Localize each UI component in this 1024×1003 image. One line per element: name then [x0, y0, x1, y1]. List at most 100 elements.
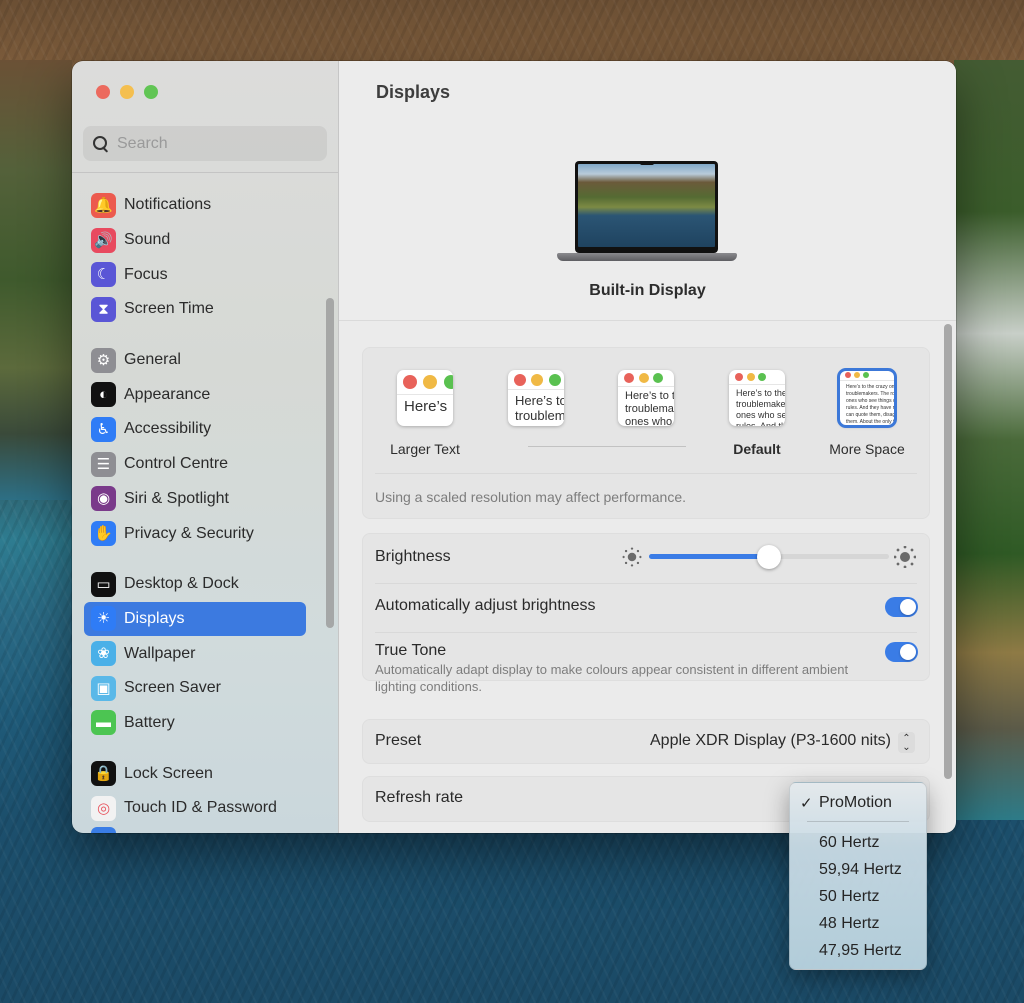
chevron-up-down-icon[interactable]: ⌃ ⌄ — [898, 732, 915, 753]
sidebar-item-label: Wallpaper — [124, 644, 196, 662]
resolution-option[interactable]: Here’s to the crazy ones troublemakers. … — [817, 368, 917, 457]
resolution-option-label: Larger Text — [390, 441, 460, 457]
accessibility-icon: ♿ — [91, 416, 116, 442]
true-tone-label: True Tone — [375, 642, 447, 659]
lock-icon: 🔒 — [91, 761, 116, 787]
main-pane: Displays Built-in Display Here’s Larger T… — [339, 61, 956, 833]
menu-item-label: 50 Hertz — [819, 888, 880, 905]
sidebar-item-label: Appearance — [124, 385, 211, 403]
sidebar-item-notifications[interactable]: 🔔 Notifications — [84, 188, 306, 223]
appearance-icon: ◐ — [91, 382, 116, 408]
minimize-button[interactable] — [120, 85, 134, 99]
sidebar-item-label: Accessibility — [124, 420, 212, 438]
search-input[interactable] — [117, 134, 317, 153]
sidebar-item-label: Privacy & Security — [124, 524, 254, 542]
sidebar-item-screen-time[interactable]: ⧗ Screen Time — [84, 292, 306, 327]
brightness-slider[interactable] — [649, 545, 889, 569]
sun-dim-icon — [622, 547, 642, 567]
gear-icon: ⚙ — [91, 347, 116, 373]
sidebar-item-siri-spotlight[interactable]: ◉ Siri & Spotlight — [84, 482, 306, 517]
sidebar-item-wallpaper[interactable]: ❀ Wallpaper — [84, 636, 306, 671]
brightness-slider-thumb[interactable] — [757, 545, 781, 569]
sidebar-scrollbar[interactable] — [326, 298, 334, 628]
main-scrollbar[interactable] — [944, 324, 952, 779]
resolution-option[interactable]: Here’s Larger Text — [375, 370, 475, 457]
sidebar-item-touch-id-password[interactable]: ◎ Touch ID & Password — [84, 791, 306, 826]
sidebar-item-general[interactable]: ⚙ General — [84, 343, 306, 378]
toggles-icon: ☰ — [91, 451, 116, 477]
resolution-preview[interactable]: Here’s to troublem — [508, 370, 564, 426]
menu-item[interactable]: 48 Hertz — [790, 911, 926, 937]
sidebar-item-label: Screen Time — [124, 300, 214, 318]
sidebar-item-screen-saver[interactable]: ▣ Screen Saver — [84, 671, 306, 706]
sidebar-item-label: Touch ID & Password — [124, 799, 277, 817]
search-icon — [92, 135, 110, 153]
speaker-icon: 🔊 — [91, 227, 116, 253]
bell-badge-icon: 🔔 — [91, 192, 116, 218]
resolution-preview[interactable]: Here’s to the crazy ones troublemakers. … — [837, 368, 897, 428]
true-tone-toggle[interactable] — [885, 642, 918, 662]
display-header: Displays Built-in Display — [339, 61, 956, 321]
menu-item[interactable]: 50 Hertz — [790, 884, 926, 910]
close-button[interactable] — [96, 85, 110, 99]
display-name: Built-in Display — [589, 282, 706, 299]
page-title: Displays — [376, 82, 451, 102]
menu-item[interactable]: 47,95 Hertz — [790, 938, 926, 964]
resolution-track — [528, 446, 686, 447]
hand-icon: ✋ — [91, 521, 116, 547]
sun-bright-icon — [894, 546, 916, 568]
auto-brightness-toggle[interactable] — [885, 597, 918, 617]
sidebar-item-displays[interactable]: ☀ Displays — [84, 601, 306, 637]
auto-brightness-label: Automatically adjust brightness — [375, 597, 596, 614]
sidebar-item-label: Sound — [124, 231, 171, 249]
resolution-preview[interactable]: Here’s to the cr troublemakers. ones who… — [729, 370, 785, 426]
preset-popup[interactable]: Apple XDR Display (P3-1600 nits) — [650, 732, 891, 750]
sidebar-item-appearance[interactable]: ◐ Appearance — [84, 377, 306, 412]
divider — [375, 473, 917, 474]
hourglass-icon: ⧗ — [91, 296, 116, 322]
checkmark-icon: ✓ — [800, 795, 813, 812]
sidebar-list: 🔔 Notifications 🔊 Sound ☾ Focus ⧗ Screen Time ⚙ G… — [84, 188, 306, 826]
zoom-button[interactable] — [144, 85, 158, 99]
menu-item-label: ProMotion — [819, 794, 892, 811]
resolution-option[interactable]: Here’s to troublem — [486, 370, 586, 426]
wallpaper-left-region — [0, 60, 72, 500]
menu-item[interactable]: ✓ ProMotion — [790, 790, 926, 816]
preset-label: Preset — [375, 732, 422, 749]
sidebar-item-privacy-security[interactable]: ✋ Privacy & Security — [84, 516, 306, 551]
sidebar-item-control-centre[interactable]: ☰ Control Centre — [84, 447, 306, 482]
display-wallpaper-preview — [578, 164, 715, 247]
resolution-option[interactable]: Here’s to the cr troublemakers. ones who… — [707, 370, 807, 457]
sidebar-item-accessibility[interactable]: ♿ Accessibility — [84, 412, 306, 447]
resolution-card: Here’s Larger Text Here’s to troublem Here’… — [362, 347, 930, 519]
sidebar-item-sound[interactable]: 🔊 Sound — [84, 223, 306, 258]
menu-item-label: 59,94 Hertz — [819, 861, 902, 878]
resolution-preview[interactable]: Here’s to t troublema ones who — [618, 370, 674, 426]
brightness-label: Brightness — [375, 548, 451, 565]
preset-card: Preset Apple XDR Display (P3-1600 nits) … — [362, 719, 930, 764]
sidebar-item-battery[interactable]: ▬ Battery — [84, 706, 306, 741]
sidebar-item-lock-screen[interactable]: 🔒 Lock Screen — [84, 756, 306, 791]
resolution-option-label: Default — [733, 441, 781, 457]
true-tone-description: Automatically adapt display to make colo… — [375, 662, 849, 694]
resolution-option-label: More Space — [829, 441, 905, 457]
sidebar-item-desktop-dock[interactable]: ▭ Desktop & Dock — [84, 567, 306, 602]
search-field[interactable] — [83, 126, 327, 161]
system-settings-window: 🔔 Notifications 🔊 Sound ☾ Focus ⧗ Screen Time ⚙ G… — [72, 61, 956, 833]
siri-icon: ◉ — [91, 486, 116, 512]
sidebar-item-partial-icon — [91, 827, 116, 833]
sidebar-item-focus[interactable]: ☾ Focus — [84, 257, 306, 292]
divider — [375, 583, 917, 584]
menu-item[interactable]: 60 Hertz — [790, 830, 926, 856]
resolution-note: Using a scaled resolution may affect per… — [375, 489, 687, 505]
laptop-display-icon[interactable] — [557, 161, 737, 269]
moon-icon: ☾ — [91, 262, 116, 288]
resolution-preview[interactable]: Here’s — [397, 370, 453, 426]
menu-item[interactable]: 59,94 Hertz — [790, 857, 926, 883]
refresh-rate-label: Refresh rate — [375, 789, 464, 806]
screensaver-icon: ▣ — [91, 675, 116, 701]
resolution-option[interactable]: Here’s to t troublema ones who — [596, 370, 696, 426]
sidebar-item-label: Battery — [124, 713, 175, 731]
